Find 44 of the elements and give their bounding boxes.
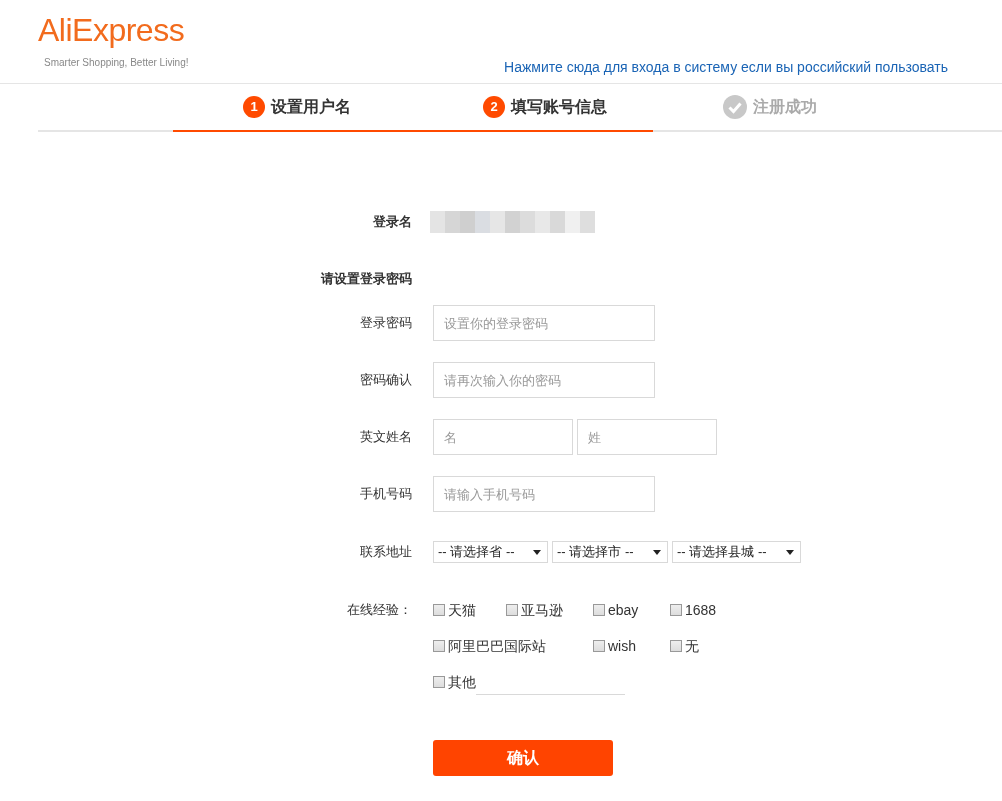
text-input[interactable]: 设置你的登录密码 [433, 305, 655, 341]
field-label: 登录名 [372, 213, 412, 232]
field-label: 密码确认 [359, 371, 412, 390]
check-icon [723, 95, 747, 119]
russian-login-link[interactable]: Нажмите сюда для входа в систему если вы российский пользовать [504, 57, 948, 78]
checkbox-label: 1688 [685, 600, 717, 620]
step-label: 注册成功 [753, 97, 817, 117]
caret-icon [653, 549, 661, 555]
step-label: 填写账号信息 [511, 97, 607, 117]
checkbox-label: 天猫 [448, 600, 476, 620]
checkbox[interactable] [506, 604, 518, 616]
caret-icon [533, 549, 541, 555]
field-label: 英文姓名 [359, 428, 412, 447]
checkbox[interactable] [593, 604, 605, 616]
select-dropdown[interactable]: -- 请选择县城 -- [672, 541, 801, 563]
text-input[interactable]: 名 [433, 419, 573, 455]
step-label: 设置用户名 [271, 97, 351, 117]
checkbox-label: 无 [685, 636, 699, 656]
checkbox-label: ebay [608, 600, 639, 620]
text-input[interactable]: 请输入手机号码 [433, 476, 655, 512]
section-title: 请设置登录密码 [319, 270, 412, 288]
field-label: 联系地址 [359, 543, 412, 562]
checkbox[interactable] [433, 676, 445, 688]
field-label: 登录密码 [359, 314, 412, 333]
step-number: 2 [483, 96, 505, 118]
tagline: Smarter Shopping, Better Living! [43, 56, 189, 70]
checkbox[interactable] [670, 640, 682, 652]
step-number: 1 [243, 96, 265, 118]
checkbox[interactable] [433, 640, 445, 652]
field-label: 在线经验： [346, 601, 412, 619]
text-input[interactable]: 姓 [577, 419, 717, 455]
checkbox-label: 亚马逊 [521, 600, 563, 620]
select-dropdown[interactable]: -- 请选择省 -- [433, 541, 548, 563]
caret-icon [786, 549, 794, 555]
text-input[interactable]: 请再次输入你的密码 [433, 362, 655, 398]
select-dropdown[interactable]: -- 请选择市 -- [552, 541, 668, 563]
checkbox-label: 其他 [448, 672, 476, 692]
field-label: 手机号码 [359, 485, 412, 504]
checkbox[interactable] [593, 640, 605, 652]
checkbox[interactable] [433, 604, 445, 616]
logo: AliExpress [38, 11, 186, 50]
checkbox-label: wish [608, 636, 636, 656]
checkbox[interactable] [670, 604, 682, 616]
checkbox-label: 阿里巴巴国际站 [448, 636, 546, 656]
